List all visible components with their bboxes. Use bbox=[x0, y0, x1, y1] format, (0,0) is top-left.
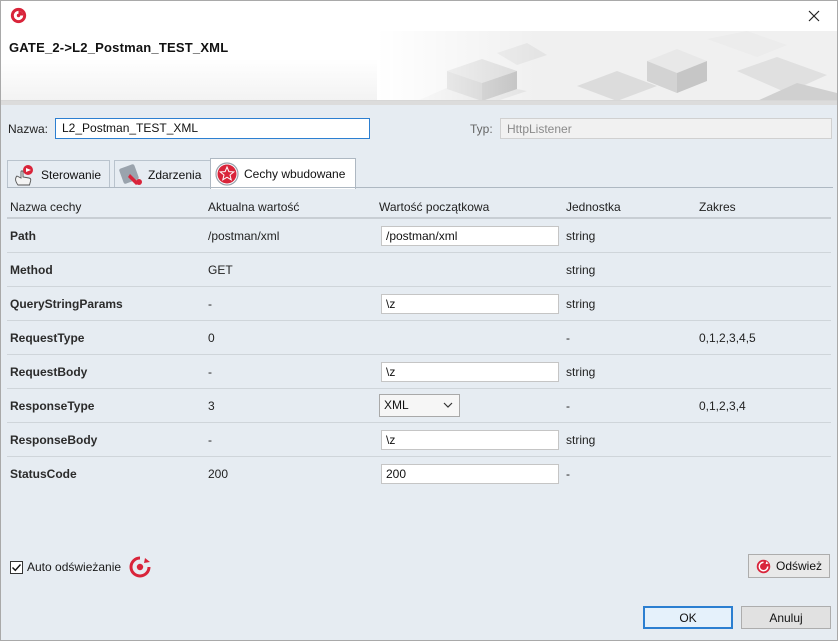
auto-refresh-checkbox[interactable] bbox=[10, 560, 23, 574]
row-name: Path bbox=[10, 229, 37, 243]
refresh-button-label: Odśwież bbox=[775, 559, 822, 573]
refresh-icon bbox=[756, 559, 771, 573]
tab-panel-border bbox=[7, 187, 833, 188]
tab-sterowanie-label: Sterowanie bbox=[41, 167, 102, 182]
row-range: 0,1,2,3,4 bbox=[699, 399, 746, 413]
auto-refresh-label[interactable]: Auto odświeżanie bbox=[27, 560, 121, 574]
row-unit: - bbox=[566, 331, 570, 345]
header-cubes-decoration bbox=[377, 31, 837, 100]
row-name: QueryStringParams bbox=[10, 297, 123, 311]
table-row[interactable]: StatusCode 200 200 - bbox=[7, 457, 831, 491]
row-name: ResponseType bbox=[10, 399, 95, 413]
type-field: HttpListener bbox=[500, 118, 832, 139]
row-unit: - bbox=[566, 467, 570, 481]
row-unit: string bbox=[566, 433, 596, 447]
events-icon bbox=[119, 163, 142, 185]
row-current-value: GET bbox=[208, 263, 233, 277]
close-icon bbox=[808, 10, 820, 22]
response-type-select[interactable]: XML bbox=[379, 394, 460, 417]
name-input[interactable]: L2_Postman_TEST_XML bbox=[55, 118, 370, 139]
cancel-button[interactable]: Anuluj bbox=[741, 606, 831, 629]
dialog-window: GATE_2->L2_Postman_TEST_XML Nazwa: L2_Po… bbox=[0, 0, 838, 641]
initial-value-input[interactable]: \z bbox=[381, 430, 559, 450]
initial-value-input[interactable]: /postman/xml bbox=[381, 226, 559, 246]
table-row[interactable]: RequestType 0 - 0,1,2,3,4,5 bbox=[7, 321, 831, 355]
row-current-value: /postman/xml bbox=[208, 229, 280, 243]
column-header-initial[interactable]: Wartość początkowa bbox=[379, 200, 489, 214]
initial-value-input[interactable]: \z bbox=[381, 362, 559, 382]
tab-bar: Sterowanie Zdarzenia Cechy wbudowane bbox=[7, 158, 833, 189]
table-row[interactable]: ResponseType 3 XML - 0,1,2,3,4 bbox=[7, 389, 831, 423]
name-row: Nazwa: L2_Postman_TEST_XML Typ: HttpList… bbox=[1, 114, 837, 144]
table-row[interactable]: ResponseBody - \z string bbox=[7, 423, 831, 457]
row-unit: string bbox=[566, 365, 596, 379]
table-row[interactable]: QueryStringParams - \z string bbox=[7, 287, 831, 321]
column-header-range[interactable]: Zakres bbox=[699, 200, 736, 214]
row-unit: string bbox=[566, 229, 596, 243]
hand-pointer-icon bbox=[15, 164, 33, 185]
column-header-unit[interactable]: Jednostka bbox=[566, 200, 621, 214]
app-logo-icon bbox=[10, 7, 27, 24]
checkmark-icon bbox=[12, 563, 22, 571]
star-icon bbox=[215, 162, 239, 186]
row-unit: string bbox=[566, 263, 596, 277]
row-current-value: 200 bbox=[208, 467, 229, 481]
header-separator bbox=[1, 101, 837, 105]
row-name: RequestBody bbox=[10, 365, 88, 379]
chevron-down-icon bbox=[443, 402, 453, 408]
initial-value-input[interactable]: 200 bbox=[381, 464, 559, 484]
row-unit: string bbox=[566, 297, 596, 311]
close-button[interactable] bbox=[791, 1, 837, 31]
row-name: Method bbox=[10, 263, 53, 277]
name-label: Nazwa: bbox=[8, 122, 49, 136]
tab-cechy-wbudowane-label: Cechy wbudowane bbox=[244, 167, 346, 181]
row-current-value: 0 bbox=[208, 331, 215, 345]
initial-value-input[interactable]: \z bbox=[381, 294, 559, 314]
properties-grid: Nazwa cechy Aktualna wartość Wartość poc… bbox=[7, 195, 831, 491]
grid-header: Nazwa cechy Aktualna wartość Wartość poc… bbox=[7, 195, 831, 219]
auto-refresh-control: Auto odświeżanie bbox=[10, 556, 151, 578]
ok-button[interactable]: OK bbox=[643, 606, 733, 629]
row-unit: - bbox=[566, 399, 570, 413]
column-header-name[interactable]: Nazwa cechy bbox=[10, 200, 81, 214]
row-name: RequestType bbox=[10, 331, 85, 345]
row-name: StatusCode bbox=[10, 467, 77, 481]
row-name: ResponseBody bbox=[10, 433, 98, 447]
cancel-button-label: Anuluj bbox=[769, 610, 803, 625]
dialog-header: GATE_2->L2_Postman_TEST_XML bbox=[1, 31, 837, 101]
row-current-value: - bbox=[208, 365, 212, 379]
row-current-value: 3 bbox=[208, 399, 215, 413]
column-header-current[interactable]: Aktualna wartość bbox=[208, 200, 299, 214]
tab-cechy-wbudowane[interactable]: Cechy wbudowane bbox=[210, 158, 356, 189]
type-label: Typ: bbox=[470, 122, 493, 136]
select-value: XML bbox=[384, 398, 409, 412]
row-current-value: - bbox=[208, 433, 212, 447]
table-row[interactable]: RequestBody - \z string bbox=[7, 355, 831, 389]
dialog-title: GATE_2->L2_Postman_TEST_XML bbox=[9, 40, 229, 55]
tab-zdarzenia[interactable]: Zdarzenia bbox=[114, 160, 212, 188]
refresh-button[interactable]: Odśwież bbox=[748, 554, 830, 578]
title-bar bbox=[1, 1, 837, 31]
row-range: 0,1,2,3,4,5 bbox=[699, 331, 756, 345]
table-row[interactable]: Path /postman/xml /postman/xml string bbox=[7, 219, 831, 253]
auto-refresh-icon bbox=[129, 556, 151, 578]
table-row[interactable]: Method GET string bbox=[7, 253, 831, 287]
tab-sterowanie[interactable]: Sterowanie bbox=[7, 160, 110, 188]
tab-zdarzenia-label: Zdarzenia bbox=[148, 167, 202, 182]
row-current-value: - bbox=[208, 297, 212, 311]
ok-button-label: OK bbox=[679, 610, 697, 625]
